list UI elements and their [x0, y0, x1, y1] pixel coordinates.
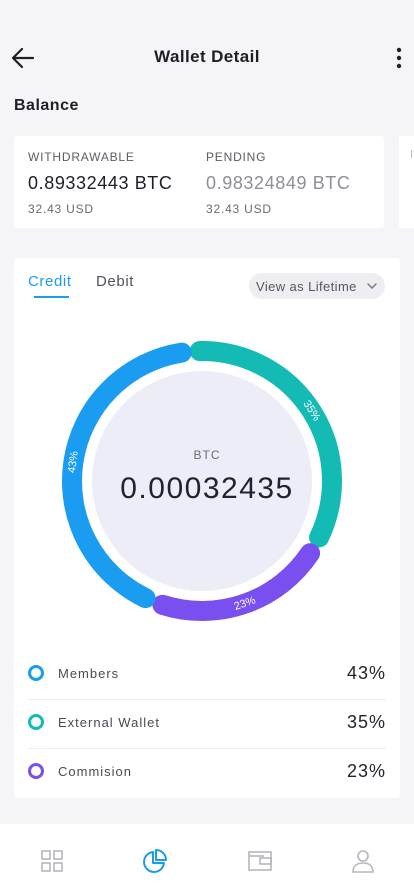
- wallet-icon[interactable]: [246, 847, 274, 875]
- more-vertical-icon[interactable]: [392, 45, 406, 71]
- legend-row-members: Members 43%: [28, 651, 386, 700]
- legend-value: 35%: [346, 712, 386, 732]
- grid-icon[interactable]: [38, 847, 66, 875]
- withdrawable-column: WITHDRAWABLE 0.89332443 BTC 32.43 USD: [28, 150, 173, 216]
- withdrawable-label: WITHDRAWABLE: [28, 150, 135, 164]
- chart-card: Credit Debit View as Lifetime 35% 23% 43% …: [14, 258, 400, 798]
- legend-value: 43%: [346, 663, 386, 683]
- legend-name: External Wallet: [58, 715, 160, 730]
- center-value: 0.00032435: [120, 472, 294, 505]
- card-peek-mark: [411, 150, 412, 158]
- legend-row-external-wallet: External Wallet 35%: [28, 700, 386, 749]
- app-header: Wallet Detail: [0, 0, 414, 90]
- legend-name: Commision: [58, 764, 133, 779]
- legend-row-commision: Commision 23%: [28, 749, 386, 798]
- center-unit: BTC: [193, 448, 221, 462]
- pending-label: PENDING: [206, 150, 267, 164]
- withdrawable-usd: 32.43 USD: [28, 202, 94, 216]
- pie-chart-icon[interactable]: [141, 847, 169, 875]
- withdrawable-amount: 0.89332443 BTC: [28, 173, 173, 193]
- balance-card[interactable]: WITHDRAWABLE 0.89332443 BTC 32.43 USD PE…: [14, 136, 384, 228]
- pending-amount: 0.98324849 BTC: [206, 173, 351, 193]
- legend-dot: [28, 763, 44, 779]
- next-balance-card[interactable]: [399, 136, 414, 228]
- user-icon[interactable]: [349, 847, 377, 875]
- bottom-nav: [0, 824, 414, 896]
- legend-dot: [28, 665, 44, 681]
- legend-dot: [28, 714, 44, 730]
- legend-name: Members: [58, 666, 120, 681]
- page-title: Wallet Detail: [154, 47, 260, 66]
- legend-value: 23%: [346, 761, 386, 781]
- pending-column: PENDING 0.98324849 BTC 32.43 USD: [206, 150, 351, 216]
- balance-heading: Balance: [14, 97, 79, 114]
- pending-usd: 32.43 USD: [206, 202, 272, 216]
